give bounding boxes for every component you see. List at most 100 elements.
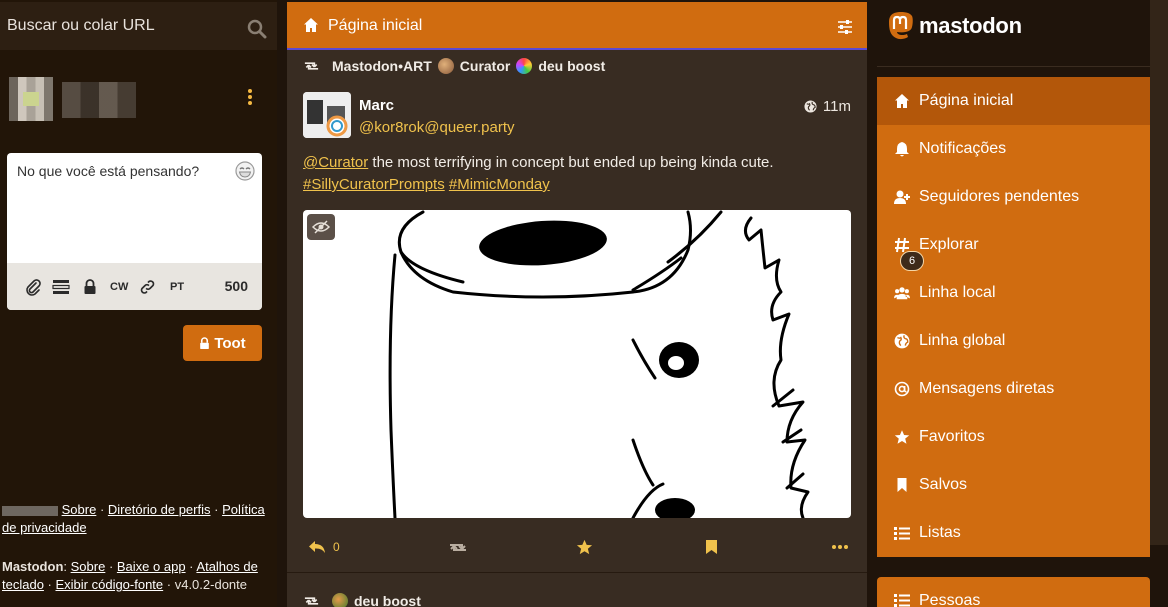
directory-link[interactable]: Diretório de perfis (108, 502, 211, 517)
search-input[interactable] (0, 2, 277, 50)
nav-label: Página inicial (919, 92, 1014, 109)
mastodon-label: Mastodon (2, 559, 64, 574)
nav-federated[interactable]: Linha global (877, 317, 1150, 365)
account-menu-icon[interactable] (244, 89, 256, 109)
pending-count-badge: 6 (900, 251, 924, 271)
language-button[interactable]: PT (170, 278, 184, 296)
instance-name (2, 505, 58, 516)
post-body: the most terrifying in concept but ended… (368, 154, 774, 171)
lock-icon (200, 336, 210, 349)
author-avatar[interactable] (303, 92, 351, 138)
poll-icon[interactable] (52, 278, 70, 296)
ellipsis-icon (832, 545, 848, 549)
version-text: v4.0.2-donte (174, 577, 247, 592)
hide-media-icon[interactable] (307, 214, 335, 240)
bookmark-icon (706, 540, 717, 554)
boost-icon (304, 62, 319, 70)
mastodon-logo[interactable]: mastodon (887, 11, 1022, 41)
reply-count: 0 (333, 540, 340, 554)
globe-icon (894, 333, 910, 349)
nav-label: Listas (919, 524, 961, 541)
at-icon (894, 381, 910, 397)
mastodon-icon (889, 12, 913, 40)
column-settings-icon[interactable] (837, 19, 853, 35)
more-options-button[interactable] (832, 537, 848, 557)
column-title: Página inicial (328, 17, 423, 34)
list-icon (894, 594, 910, 607)
star-icon (894, 430, 910, 444)
bell-icon (895, 142, 909, 157)
emoji-picker-icon[interactable] (235, 161, 255, 181)
nav-label: Favoritos (919, 428, 985, 445)
own-avatar[interactable] (9, 77, 53, 121)
post-content: @Curator the most terrifying in concept … (303, 152, 853, 196)
author-name[interactable]: Marc (359, 97, 394, 114)
mention-link[interactable]: @Curator (303, 154, 368, 171)
source-code-link[interactable]: Exibir código-fonte (55, 577, 163, 592)
footer-links: Sobre · Diretório de perfis · Política d… (2, 502, 265, 535)
home-timeline-column: Página inicial Mastodon•ART Curator deu … (287, 2, 867, 607)
home-icon (895, 94, 909, 108)
booster-emoji-icon (332, 593, 348, 607)
nav-label: Explorar (919, 236, 979, 253)
brand-name: mastodon (919, 13, 1022, 38)
get-app-link[interactable]: Baixe o app (117, 559, 186, 574)
bookmark-button[interactable] (705, 537, 718, 557)
link-icon[interactable] (139, 278, 156, 296)
scrollbar[interactable] (1150, 0, 1168, 545)
palette-emoji-icon (437, 58, 454, 74)
nav-people[interactable]: Pessoas (877, 577, 1150, 607)
nav-label: Pessoas (919, 592, 981, 607)
rainbow-emoji-icon (516, 58, 533, 74)
hashtag-link[interactable]: #SillyCuratorPrompts (303, 176, 445, 193)
nav-follow-requests[interactable]: Seguidores pendentes (877, 173, 1150, 221)
boost-button[interactable] (448, 537, 468, 557)
booster-curator[interactable]: Curator (460, 58, 511, 74)
column-header[interactable]: Página inicial (287, 2, 867, 50)
nav-lists[interactable]: Listas (877, 509, 1150, 557)
nav-local[interactable]: Linha local (877, 269, 1150, 317)
compose-column: No que você está pensando? CW PT 500 (0, 0, 277, 607)
compose-textarea[interactable]: No que você está pensando? (17, 163, 199, 179)
footer-mastodon-links: Mastodon: Sobre · Baixe o app · Atalhos … (2, 559, 258, 592)
nav-label: Notificações (919, 140, 1007, 157)
nav-label: Mensagens diretas (919, 380, 1055, 397)
drawing-image (388, 210, 810, 518)
globe-icon (804, 100, 817, 113)
nav-label: Seguidores pendentes (919, 188, 1080, 205)
list-icon (894, 527, 910, 540)
nav-direct[interactable]: Mensagens diretas (877, 365, 1150, 413)
about-mastodon-link[interactable]: Sobre (71, 559, 106, 574)
attach-icon[interactable] (25, 278, 41, 296)
privacy-lock-icon[interactable] (83, 278, 97, 296)
nav-notifications[interactable]: Notificações (877, 125, 1150, 173)
boost-icon (304, 597, 319, 605)
author-handle[interactable]: @kor8rok@queer.party (359, 119, 515, 136)
home-icon (304, 18, 318, 32)
next-boost-attribution: deu boost (303, 593, 421, 607)
nav-bookmarks[interactable]: Salvos (877, 461, 1150, 509)
nav-label: Linha global (919, 332, 1006, 349)
reply-icon (309, 541, 325, 553)
main-navigation: Página inicial Notificações Seguidores p… (877, 77, 1150, 557)
toot-button[interactable]: Toot (183, 325, 262, 361)
compose-form: No que você está pensando? CW PT 500 (7, 153, 262, 310)
hashtag-link[interactable]: #MimicMonday (449, 176, 550, 193)
content-warning-button[interactable]: CW (110, 278, 128, 296)
time-label: 11m (822, 98, 851, 115)
reply-button[interactable]: 0 (307, 537, 340, 557)
nav-label: Linha local (919, 284, 996, 301)
about-link[interactable]: Sobre (62, 502, 97, 517)
nav-label: Salvos (919, 476, 968, 493)
toot-button-label: Toot (214, 334, 246, 352)
favourite-button[interactable] (576, 537, 593, 557)
nav-favourites[interactable]: Favoritos (877, 413, 1150, 461)
nav-home[interactable]: Página inicial (877, 77, 1150, 125)
users-icon (894, 287, 910, 300)
media-attachment[interactable] (303, 210, 851, 518)
post-timestamp[interactable]: 11m (804, 98, 851, 115)
own-display-name[interactable] (62, 82, 136, 118)
booster-name[interactable]: Mastodon•ART (332, 58, 432, 74)
boost-action-icon (450, 543, 466, 551)
search-icon[interactable] (247, 19, 267, 39)
